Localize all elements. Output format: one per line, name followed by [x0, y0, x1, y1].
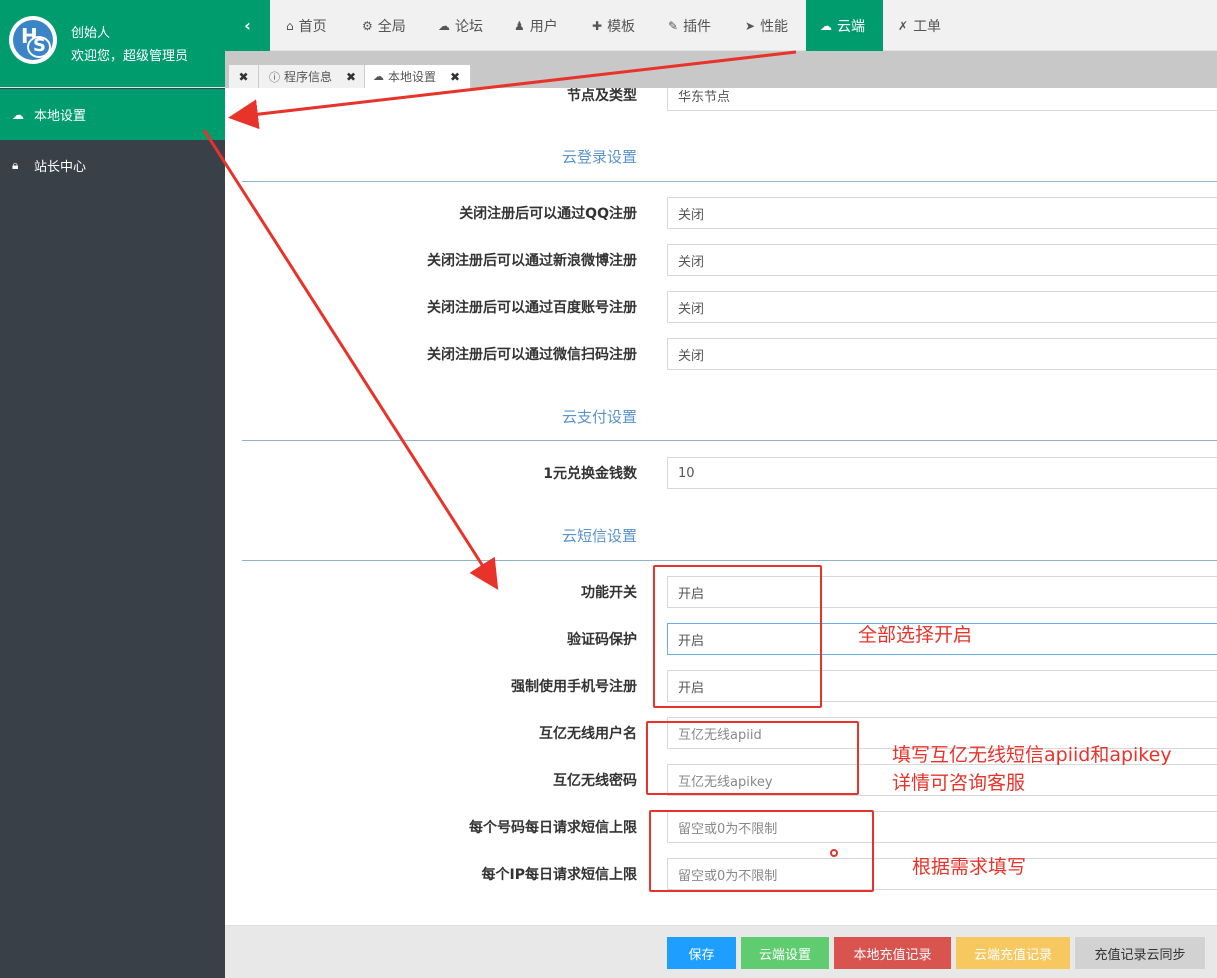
user-block: H S 创始人 欢迎您，超级管理员: [0, 0, 225, 88]
sidebar-item-label: 站长中心: [34, 160, 87, 175]
nav-label: 工单: [913, 18, 942, 35]
nav-tickets[interactable]: ✗ 工单: [898, 0, 941, 51]
gears-icon: ⚙: [362, 18, 373, 33]
nav-label: 全局: [377, 18, 406, 35]
avatar-logo-s: S: [27, 35, 51, 58]
nav-label: 首页: [298, 18, 327, 35]
cloud-icon: ☁: [820, 18, 832, 33]
force-phone-label: 强制使用手机号注册: [511, 679, 637, 695]
wechat-register-label: 关闭注册后可以通过微信扫码注册: [427, 347, 637, 363]
qq-register-label: 关闭注册后可以通过QQ注册: [459, 206, 637, 222]
weibo-register-select[interactable]: 关闭: [667, 244, 1217, 276]
sidebar-item-label: 本地设置: [34, 109, 87, 124]
nav-plugins[interactable]: ✎ 插件: [668, 0, 711, 51]
annotation-text-fill-api: 填写互亿无线短信apiid和apikey: [892, 744, 1172, 766]
user-name: 创始人: [71, 26, 111, 41]
cloud-recharge-button[interactable]: 云端充值记录: [956, 937, 1070, 969]
baidu-register-label: 关闭注册后可以通过百度账号注册: [427, 300, 637, 316]
info-icon: ⓘ: [269, 70, 280, 84]
section-title-cloud-sms: 云短信设置: [561, 527, 637, 545]
wechat-register-select[interactable]: 关闭: [667, 338, 1217, 370]
chevron-left-icon: ‹: [244, 16, 251, 35]
annotation-text-consult: 详情可咨询客服: [892, 772, 1026, 794]
save-button[interactable]: 保存: [667, 937, 736, 969]
collapse-sidebar-button[interactable]: ‹: [225, 0, 270, 51]
puzzle-icon: ✚: [592, 18, 603, 33]
user-welcome: 欢迎您，超级管理员: [71, 49, 189, 64]
exchange-rate-input[interactable]: 10: [667, 457, 1217, 489]
baidu-register-select[interactable]: 关闭: [667, 291, 1217, 323]
section-divider: [242, 440, 1217, 441]
annotation-box-api: [646, 721, 859, 795]
close-icon[interactable]: ✖: [450, 70, 460, 84]
sync-recharge-button[interactable]: 充值记录云同步: [1075, 937, 1205, 969]
section-divider: [242, 181, 1217, 182]
nav-label: 论坛: [455, 18, 483, 35]
sms-username-label: 互亿无线用户名: [539, 726, 637, 742]
node-select[interactable]: 华东节点: [667, 88, 1217, 111]
tab-local-settings[interactable]: ☁ 本地设置 ✖: [365, 65, 471, 88]
close-icon[interactable]: ✖: [238, 70, 248, 84]
action-bar: 保存 云端设置 本地充值记录 云端充值记录 充值记录云同步: [225, 925, 1217, 978]
wrench-icon: ✗: [898, 18, 909, 33]
annotation-box-limits: [649, 810, 874, 892]
send-icon: ➤: [745, 18, 756, 33]
phone-limit-label: 每个号码每日请求短信上限: [469, 820, 637, 836]
tab-label: 本地设置: [388, 70, 437, 84]
weibo-register-label: 关闭注册后可以通过新浪微博注册: [427, 253, 637, 269]
nav-forum[interactable]: ☁ 论坛: [438, 0, 483, 51]
tab-close-all[interactable]: ✖: [229, 65, 259, 88]
nav-performance[interactable]: ➤ 性能: [745, 0, 788, 51]
annotation-text-fill-as-needed: 根据需求填写: [912, 856, 1027, 878]
nav-label: 插件: [683, 18, 712, 35]
tab-program-info[interactable]: ⓘ 程序信息 ✖: [259, 65, 365, 88]
sms-switch-label: 功能开关: [581, 585, 637, 601]
nav-templates[interactable]: ✚ 模板: [592, 0, 635, 51]
avatar[interactable]: H S: [9, 16, 57, 64]
nav-global[interactable]: ⚙ 全局: [362, 0, 406, 51]
local-recharge-button[interactable]: 本地充值记录: [834, 937, 951, 969]
sms-password-label: 互亿无线密码: [553, 773, 637, 789]
ip-limit-label: 每个IP每日请求短信上限: [481, 867, 637, 883]
lock-icon: 🔒︎: [12, 158, 19, 172]
home-icon: ⌂: [286, 18, 294, 33]
qq-register-select[interactable]: 关闭: [667, 197, 1217, 229]
sidebar-item-local-settings[interactable]: ☁ 本地设置: [0, 89, 225, 140]
tab-bar: ✖ ⓘ 程序信息 ✖ ☁ 本地设置 ✖: [225, 51, 1217, 88]
exchange-rate-label: 1元兑换金钱数: [543, 466, 637, 482]
nav-home[interactable]: ⌂ 首页: [286, 0, 327, 51]
tab-label: 程序信息: [284, 70, 333, 84]
plug-icon: ✎: [668, 18, 679, 33]
annotation-box-switches: [653, 565, 822, 708]
annotation-text-select-open: 全部选择开启: [858, 624, 973, 646]
cloud-icon: ☁: [373, 70, 384, 83]
nav-users[interactable]: ♟ 用户: [514, 0, 558, 51]
close-icon[interactable]: ✖: [346, 70, 356, 84]
captcha-protect-label: 验证码保护: [567, 632, 637, 648]
nav-label: 用户: [529, 18, 558, 35]
section-title-cloud-login: 云登录设置: [561, 148, 637, 166]
section-title-cloud-pay: 云支付设置: [561, 408, 637, 426]
nav-label: 模板: [607, 18, 636, 35]
sidebar: H S 创始人 欢迎您，超级管理员 ☁ 本地设置 🔒︎ 站长中心: [0, 0, 225, 978]
cloud-icon: ☁: [12, 107, 24, 122]
comments-icon: ☁: [438, 18, 450, 33]
section-divider: [242, 560, 1217, 561]
cloud-settings-button[interactable]: 云端设置: [741, 937, 829, 969]
nav-cloud[interactable]: ☁ 云端: [806, 0, 883, 51]
nav-label: 性能: [760, 18, 789, 35]
top-nav: ‹ ⌂ 首页 ⚙ 全局 ☁ 论坛 ♟ 用户 ✚ 模板 ✎ 插件 ➤ 性能 ☁ 云…: [225, 0, 1217, 51]
sidebar-item-webmaster-center[interactable]: 🔒︎ 站长中心: [0, 140, 225, 191]
node-label: 节点及类型: [567, 88, 637, 104]
users-icon: ♟: [514, 18, 525, 33]
nav-label: 云端: [837, 18, 865, 35]
settings-form: 节点及类型 华东节点 云登录设置 关闭注册后可以通过QQ注册 关闭 关闭注册后可…: [225, 88, 1217, 925]
